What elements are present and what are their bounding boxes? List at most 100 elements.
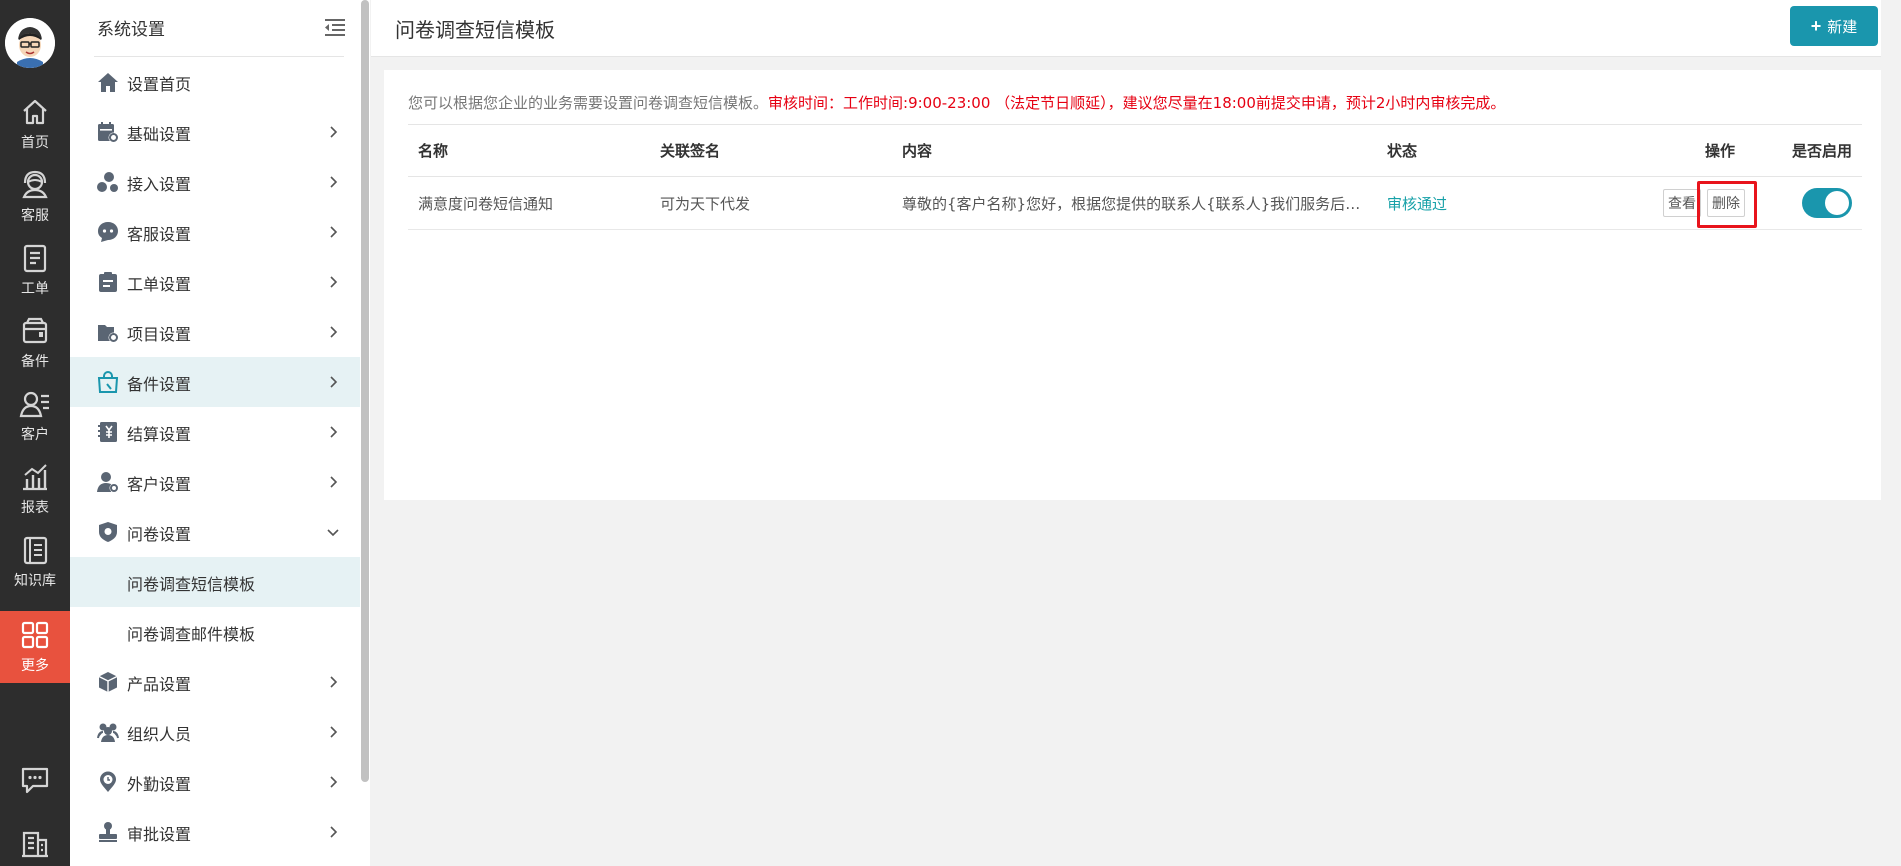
sidebar-header: 系统设置 bbox=[70, 0, 370, 57]
sidebar-item-service[interactable]: 客服设置 bbox=[70, 207, 360, 257]
sidebar-item-label: 问卷调查短信模板 bbox=[127, 575, 256, 594]
cell-status: 审核通过 bbox=[1377, 176, 1627, 230]
chat-bubble-icon bbox=[98, 222, 118, 242]
status-approved-link[interactable]: 审核通过 bbox=[1387, 195, 1447, 213]
main-scrollbar[interactable] bbox=[1881, 0, 1901, 866]
nodes-icon bbox=[97, 172, 118, 192]
column-header-status: 状态 bbox=[1377, 124, 1627, 177]
shopping-bag-icon bbox=[97, 371, 119, 393]
sidebar-item-label: 外勤设置 bbox=[127, 775, 192, 794]
chat-icon bbox=[21, 767, 49, 794]
sidebar-item-workorder[interactable]: 工单设置 bbox=[70, 257, 360, 307]
sidebar-item-settlement[interactable]: 结算设置 bbox=[70, 407, 360, 457]
stamp-icon bbox=[99, 822, 117, 842]
rail-label: 报表 bbox=[21, 500, 49, 516]
rail-item-parts[interactable]: 备件 bbox=[0, 307, 70, 379]
rail-label: 知识库 bbox=[14, 573, 56, 589]
chevron-right-icon bbox=[330, 126, 338, 138]
collapse-menu-icon[interactable] bbox=[324, 18, 346, 38]
sidebar-item-organization[interactable]: 组织人员 bbox=[70, 707, 360, 757]
sidebar-item-label: 组织人员 bbox=[127, 725, 192, 744]
chevron-right-icon bbox=[330, 376, 338, 388]
notice-text: 您可以根据您企业的业务需要设置问卷调查短信模板。审核时间：工作时间:9:00-2… bbox=[408, 92, 1505, 113]
column-header-content: 内容 bbox=[892, 124, 1377, 177]
sidebar-item-label: 工单设置 bbox=[127, 275, 192, 294]
sidebar-item-parts[interactable]: 备件设置 bbox=[70, 357, 360, 407]
home-icon bbox=[23, 99, 47, 125]
rail-item-customer[interactable]: 客户 bbox=[0, 380, 70, 452]
chevron-right-icon bbox=[330, 426, 338, 438]
column-header-signature: 关联签名 bbox=[650, 124, 892, 177]
rail-item-report[interactable]: 报表 bbox=[0, 453, 70, 525]
rail-label: 更多 bbox=[21, 658, 49, 674]
chevron-right-icon bbox=[330, 176, 338, 188]
sidebar-item-label: 客服设置 bbox=[127, 225, 192, 244]
sidebar-item-label: 产品设置 bbox=[127, 675, 192, 694]
rail-item-chat[interactable] bbox=[0, 750, 70, 810]
chevron-right-icon bbox=[330, 676, 338, 688]
chevron-right-icon bbox=[330, 226, 338, 238]
sidebar-item-sms-template[interactable]: 问卷调查短信模板 bbox=[70, 557, 360, 607]
sidebar-item-email-template[interactable]: 问卷调查邮件模板 bbox=[70, 607, 360, 657]
chevron-right-icon bbox=[330, 276, 338, 288]
table-row: 满意度问卷短信通知 可为天下代发 尊敬的{客户名称}您好，根据您提供的联系人{联… bbox=[408, 176, 1862, 230]
sidebar-item-label: 接入设置 bbox=[127, 175, 192, 194]
column-header-actions: 操作 bbox=[1627, 124, 1757, 177]
sidebar-item-label: 设置首页 bbox=[127, 75, 192, 94]
box-icon bbox=[22, 317, 48, 344]
headset-icon bbox=[22, 170, 48, 199]
cell-actions: 查看 删除 bbox=[1627, 176, 1757, 230]
chart-icon bbox=[23, 464, 47, 491]
sidebar-item-questionnaire[interactable]: 问卷设置 bbox=[70, 507, 360, 557]
sidebar-item-approval[interactable]: 审批设置 bbox=[70, 807, 360, 857]
sidebar-item-field-service[interactable]: 外勤设置 bbox=[70, 757, 360, 807]
cell-enabled bbox=[1757, 176, 1862, 230]
column-header-enabled: 是否启用 bbox=[1757, 124, 1862, 177]
sidebar-item-settings-home[interactable]: 设置首页 bbox=[70, 57, 360, 107]
rail-item-company[interactable] bbox=[0, 820, 70, 866]
cube-icon bbox=[98, 672, 118, 692]
sidebar-item-basic[interactable]: 基础设置 bbox=[70, 107, 360, 157]
calendar-gear-icon bbox=[98, 122, 119, 143]
page-title: 问卷调查短信模板 bbox=[395, 18, 555, 42]
sidebar-item-label: 结算设置 bbox=[127, 425, 192, 444]
sidebar-item-product[interactable]: 产品设置 bbox=[70, 657, 360, 707]
sidebar-item-project[interactable]: 项目设置 bbox=[70, 307, 360, 357]
sidebar-item-access[interactable]: 接入设置 bbox=[70, 157, 360, 207]
sidebar-item-customer[interactable]: 客户设置 bbox=[70, 457, 360, 507]
sidebar-item-label: 项目设置 bbox=[127, 325, 192, 344]
sidebar-title: 系统设置 bbox=[97, 20, 165, 40]
rail-label: 工单 bbox=[21, 281, 49, 297]
rail-item-knowledge[interactable]: 知识库 bbox=[0, 526, 70, 598]
view-button[interactable]: 查看 bbox=[1663, 189, 1701, 217]
template-panel: 您可以根据您企业的业务需要设置问卷调查短信模板。审核时间：工作时间:9:00-2… bbox=[384, 70, 1887, 500]
rail-item-home[interactable]: 首页 bbox=[0, 88, 70, 160]
toggle-knob bbox=[1825, 191, 1849, 215]
shield-icon bbox=[99, 522, 117, 542]
rail-label: 客户 bbox=[21, 427, 49, 443]
rail-label: 首页 bbox=[21, 135, 49, 151]
sidebar-item-label: 基础设置 bbox=[127, 125, 192, 144]
chevron-right-icon bbox=[330, 476, 338, 488]
plus-icon: + bbox=[1810, 16, 1822, 36]
rail-item-service[interactable]: 客服 bbox=[0, 161, 70, 233]
grid-icon bbox=[21, 621, 49, 649]
user-gear-icon bbox=[97, 472, 119, 493]
column-header-name: 名称 bbox=[408, 124, 650, 177]
chevron-right-icon bbox=[330, 826, 338, 838]
sidebar-scrollbar[interactable] bbox=[361, 0, 369, 782]
rail-item-workorder[interactable]: 工单 bbox=[0, 234, 70, 306]
user-avatar[interactable] bbox=[5, 18, 55, 68]
chevron-right-icon bbox=[330, 776, 338, 788]
cell-name: 满意度问卷短信通知 bbox=[408, 176, 650, 230]
ledger-yuan-icon bbox=[98, 422, 117, 442]
new-template-button[interactable]: + 新建 bbox=[1790, 6, 1878, 46]
book-icon bbox=[23, 536, 48, 565]
home-icon bbox=[98, 73, 118, 92]
delete-button[interactable]: 删除 bbox=[1697, 181, 1757, 228]
cell-signature: 可为天下代发 bbox=[650, 176, 892, 230]
chevron-right-icon bbox=[330, 726, 338, 738]
chevron-down-icon bbox=[327, 529, 339, 537]
enable-toggle[interactable] bbox=[1802, 188, 1852, 218]
rail-item-more[interactable]: 更多 bbox=[0, 611, 70, 683]
